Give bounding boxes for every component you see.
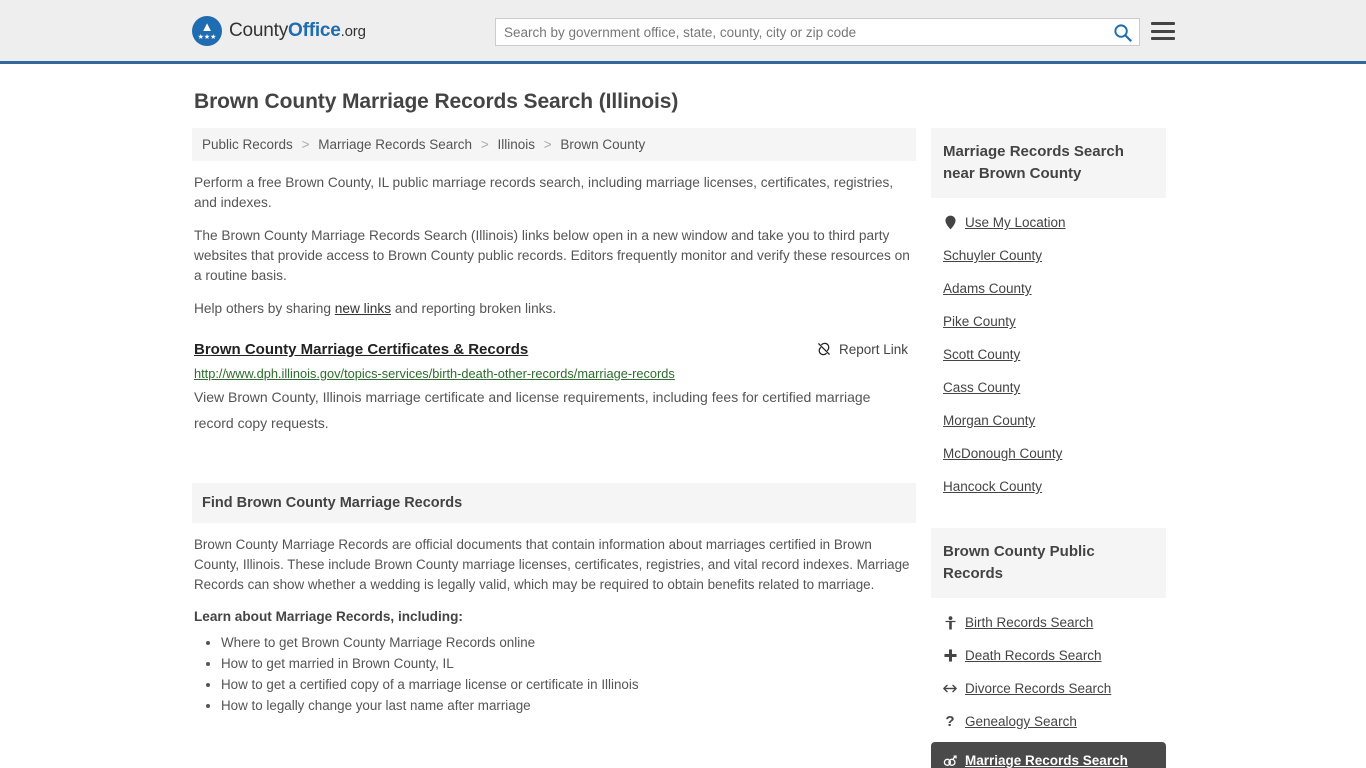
hamburger-menu-icon[interactable] bbox=[1151, 21, 1175, 41]
sidebar-item-label: Morgan County bbox=[943, 413, 1036, 428]
sidebar: Marriage Records Search near Brown Count… bbox=[931, 128, 1166, 768]
result-title-link[interactable]: Brown County Marriage Certificates & Rec… bbox=[194, 341, 528, 358]
public-records-list: Birth Records Search Death Records Searc… bbox=[931, 598, 1166, 768]
list-item: Where to get Brown County Marriage Recor… bbox=[221, 633, 914, 653]
public-records-box: Brown County Public Records Birth Record… bbox=[931, 528, 1166, 768]
brand-part-org: .org bbox=[340, 22, 366, 40]
brand-part-county: County bbox=[229, 19, 289, 41]
breadcrumb-item-brown-county[interactable]: Brown County bbox=[560, 137, 645, 152]
list-item: How to get a certified copy of a marriag… bbox=[221, 675, 914, 695]
intro-text: Perform a free Brown County, IL public m… bbox=[192, 173, 916, 319]
search-bar bbox=[495, 18, 1140, 46]
eagle-seal-icon: ▲ ★★★ bbox=[192, 15, 222, 46]
sidebar-item-scott-county[interactable]: Scott County bbox=[931, 338, 1166, 371]
breadcrumb-separator: > bbox=[543, 137, 552, 152]
nearby-searches-list: Use My Location Schuyler County Adams Co… bbox=[931, 198, 1166, 503]
sidebar-item-hancock-county[interactable]: Hancock County bbox=[931, 470, 1166, 503]
result-item: Brown County Marriage Certificates & Rec… bbox=[192, 341, 916, 436]
sidebar-item-label: Death Records Search bbox=[965, 648, 1102, 663]
broken-link-icon bbox=[818, 342, 830, 356]
sidebar-item-mcdonough-county[interactable]: McDonough County bbox=[931, 437, 1166, 470]
baby-icon bbox=[943, 615, 957, 630]
sidebar-item-genealogy-search[interactable]: ? Genealogy Search bbox=[931, 705, 1166, 738]
intro-paragraph-1: Perform a free Brown County, IL public m… bbox=[194, 175, 894, 210]
sidebar-item-divorce-records-search[interactable]: Divorce Records Search bbox=[931, 672, 1166, 705]
intro-paragraph-2: The Brown County Marriage Records Search… bbox=[194, 228, 910, 283]
find-records-heading: Find Brown County Marriage Records bbox=[192, 483, 916, 523]
sidebar-item-label: Cass County bbox=[943, 380, 1021, 395]
list-item: How to legally change your last name aft… bbox=[221, 696, 914, 716]
site-logo[interactable]: ▲ ★★★ CountyOffice.org bbox=[192, 15, 366, 46]
map-pin-icon bbox=[943, 215, 957, 230]
sidebar-item-cass-county[interactable]: Cass County bbox=[931, 371, 1166, 404]
breadcrumb: Public Records > Marriage Records Search… bbox=[192, 128, 916, 161]
wedding-rings-icon bbox=[943, 754, 957, 767]
learn-about-list: Where to get Brown County Marriage Recor… bbox=[194, 633, 914, 716]
question-mark-icon: ? bbox=[945, 712, 955, 730]
sidebar-item-schuyler-county[interactable]: Schuyler County bbox=[931, 239, 1166, 272]
find-records-body: Brown County Marriage Records are offici… bbox=[192, 523, 916, 716]
search-icon bbox=[1113, 23, 1132, 42]
cross-icon bbox=[943, 649, 957, 662]
brand-part-office: Office bbox=[288, 19, 341, 41]
report-link-button[interactable]: Report Link bbox=[816, 341, 914, 357]
search-button[interactable] bbox=[1105, 19, 1139, 45]
sidebar-item-label: Pike County bbox=[943, 314, 1016, 329]
public-records-heading: Brown County Public Records bbox=[931, 528, 1166, 598]
sidebar-item-label: Marriage Records Search bbox=[965, 753, 1128, 768]
nearby-searches-heading: Marriage Records Search near Brown Count… bbox=[931, 128, 1166, 198]
sidebar-item-marriage-records-search[interactable]: Marriage Records Search bbox=[931, 742, 1166, 768]
sidebar-item-label: Schuyler County bbox=[943, 248, 1043, 263]
sidebar-item-label: Genealogy Search bbox=[965, 714, 1077, 729]
sidebar-item-label: Divorce Records Search bbox=[965, 681, 1112, 696]
sidebar-item-death-records-search[interactable]: Death Records Search bbox=[931, 639, 1166, 672]
sidebar-item-label: Birth Records Search bbox=[965, 615, 1094, 630]
intro-p3-before: Help others by sharing bbox=[194, 301, 335, 316]
find-records-paragraph: Brown County Marriage Records are offici… bbox=[194, 537, 910, 592]
result-url[interactable]: http://www.dph.illinois.gov/topics-servi… bbox=[194, 366, 914, 381]
breadcrumb-item-public-records[interactable]: Public Records bbox=[202, 137, 293, 152]
breadcrumb-separator: > bbox=[480, 137, 489, 152]
breadcrumb-item-marriage-records-search[interactable]: Marriage Records Search bbox=[318, 137, 472, 152]
new-links-link[interactable]: new links bbox=[335, 301, 391, 316]
result-description: View Brown County, Illinois marriage cer… bbox=[194, 389, 871, 431]
breadcrumb-item-illinois[interactable]: Illinois bbox=[497, 137, 535, 152]
sidebar-item-use-my-location[interactable]: Use My Location bbox=[931, 206, 1166, 239]
sidebar-item-adams-county[interactable]: Adams County bbox=[931, 272, 1166, 305]
brand-text: CountyOffice.org bbox=[229, 20, 366, 42]
nearby-searches-box: Marriage Records Search near Brown Count… bbox=[931, 128, 1166, 503]
intro-paragraph-3: Help others by sharing new links and rep… bbox=[192, 299, 916, 319]
report-link-label: Report Link bbox=[838, 341, 908, 357]
breadcrumb-separator: > bbox=[301, 137, 310, 152]
left-right-arrow-icon bbox=[943, 683, 957, 694]
page-container: Brown County Marriage Records Search (Il… bbox=[0, 90, 1366, 768]
learn-about-title: Learn about Marriage Records, including: bbox=[194, 609, 463, 624]
sidebar-item-label: McDonough County bbox=[943, 446, 1063, 461]
sidebar-item-morgan-county[interactable]: Morgan County bbox=[931, 404, 1166, 437]
sidebar-item-label: Adams County bbox=[943, 281, 1032, 296]
site-header: ▲ ★★★ CountyOffice.org bbox=[0, 0, 1366, 64]
result-header: Brown County Marriage Certificates & Rec… bbox=[194, 341, 914, 358]
list-item: How to get married in Brown County, IL bbox=[221, 654, 914, 674]
content-row: Public Records > Marriage Records Search… bbox=[192, 128, 1174, 768]
intro-p3-after: and reporting broken links. bbox=[391, 301, 557, 316]
sidebar-item-label: Hancock County bbox=[943, 479, 1043, 494]
sidebar-item-label: Scott County bbox=[943, 347, 1021, 362]
page-title: Brown County Marriage Records Search (Il… bbox=[194, 90, 679, 113]
sidebar-item-pike-county[interactable]: Pike County bbox=[931, 305, 1166, 338]
search-input[interactable] bbox=[496, 19, 1105, 45]
sidebar-item-label: Use My Location bbox=[965, 215, 1066, 230]
main-column: Public Records > Marriage Records Search… bbox=[192, 128, 916, 717]
sidebar-item-birth-records-search[interactable]: Birth Records Search bbox=[931, 606, 1166, 639]
